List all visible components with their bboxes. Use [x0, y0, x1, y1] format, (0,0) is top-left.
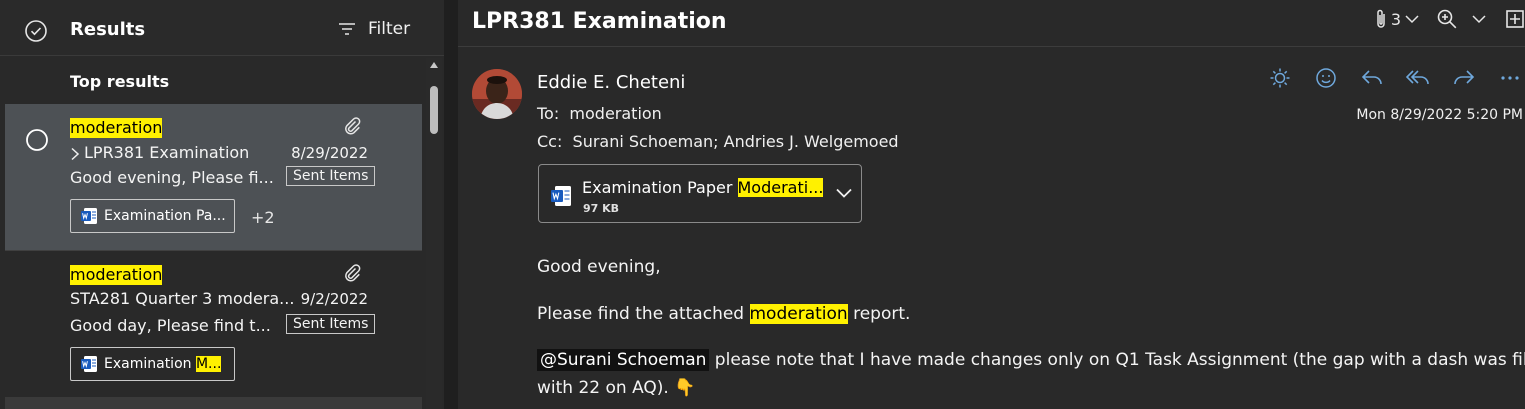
scroll-thumb[interactable]: [430, 86, 438, 134]
to-recipient[interactable]: moderation: [569, 104, 661, 123]
pane-divider[interactable]: [444, 0, 458, 409]
paperclip-icon: [342, 116, 362, 136]
body-line: with 22 on AQ). 👇: [537, 378, 696, 398]
attachment-name: Examination M...: [104, 356, 222, 372]
message-actions: [1265, 66, 1525, 90]
message-preview: Good day, Please find t...: [70, 316, 271, 335]
results-header: Results Filter: [0, 0, 444, 56]
cc-line: Cc: Surani Schoeman; Andries J. Welgemoe…: [537, 132, 899, 151]
next-list-item-edge: [5, 397, 422, 409]
email-subject: LPR381 Examination: [472, 9, 727, 34]
body-text: Please find the attached: [537, 304, 750, 324]
attachment-name: Examination Pa...: [104, 208, 226, 224]
attachment-chip[interactable]: Examination Pa...: [70, 199, 235, 233]
paperclip-icon: [342, 263, 362, 283]
reply-icon[interactable]: [1357, 66, 1387, 90]
word-doc-icon: [80, 207, 98, 225]
sun-icon[interactable]: [1265, 66, 1295, 90]
filter-icon: [338, 22, 356, 36]
word-doc-icon: [80, 355, 98, 373]
body-line: @Surani Schoeman please note that I have…: [537, 349, 1525, 371]
cc-recipients[interactable]: Surani Schoeman; Andries J. Welgemoed: [573, 132, 899, 151]
attachments-dropdown[interactable]: 3: [1374, 8, 1420, 30]
attachment-name-highlight: M...: [195, 356, 222, 372]
body-text: report.: [847, 304, 911, 324]
select-all-checkbox-icon[interactable]: [24, 19, 48, 43]
keyword-highlight: moderation: [749, 304, 848, 324]
message-date: 9/2/2022: [300, 290, 368, 308]
reply-all-icon[interactable]: [1403, 66, 1433, 90]
attachment-name-text: Examination: [104, 356, 196, 372]
open-in-new-window-icon[interactable]: [1505, 9, 1525, 29]
body-text: please note that I have made changes onl…: [709, 350, 1525, 370]
select-circle-icon[interactable]: [25, 128, 49, 152]
message-list-item[interactable]: moderation STA281 Quarter 3 modera... 9/…: [5, 250, 422, 396]
attachment-name-text: Examination Paper: [582, 178, 738, 197]
reading-pane: LPR381 Examination 3 Eddie E. Cheteni To…: [458, 0, 1525, 409]
sender-avatar[interactable]: [472, 69, 522, 119]
chevron-down-icon: [1404, 14, 1420, 24]
more-actions-icon[interactable]: [1495, 66, 1525, 90]
attachment-name-highlight: Moderati...: [737, 178, 824, 197]
results-scrollbar[interactable]: [426, 58, 442, 409]
attachment-name: Examination Paper Moderati...: [582, 178, 824, 197]
mention-tag[interactable]: @Surani Schoeman: [537, 349, 710, 371]
to-line: To: moderation: [537, 104, 662, 123]
filter-label: Filter: [368, 19, 411, 39]
folder-badge[interactable]: Sent Items: [286, 166, 376, 186]
cc-label: Cc:: [537, 132, 563, 151]
zoom-in-icon: [1436, 8, 1458, 30]
body-greeting: Good evening,: [537, 257, 661, 277]
body-line: Please find the attached moderation repo…: [537, 304, 910, 324]
message-preview: Good evening, Please fi...: [70, 168, 274, 187]
to-label: To:: [537, 104, 560, 123]
scroll-up-arrow-icon[interactable]: [430, 62, 438, 68]
attachment-count: 3: [1390, 9, 1401, 29]
more-attachments-count[interactable]: +2: [251, 208, 275, 227]
message-date: 8/29/2022: [291, 144, 368, 162]
attachment-card[interactable]: Examination Paper Moderati... 97 KB: [538, 164, 862, 223]
forward-icon[interactable]: [1449, 66, 1479, 90]
chevron-down-icon: [1471, 14, 1487, 24]
keyword-highlight: moderation: [70, 265, 163, 285]
chevron-down-icon[interactable]: [835, 187, 853, 199]
attachment-size: 97 KB: [583, 202, 620, 215]
reading-toolbar: 3: [1374, 8, 1525, 30]
search-results-pane: Results Filter Top results moderation LP…: [0, 0, 444, 409]
message-date: Mon 8/29/2022 5:20 PM: [1356, 107, 1523, 123]
filter-button[interactable]: Filter: [338, 19, 410, 39]
chevron-right-icon[interactable]: [70, 147, 80, 161]
top-results-heading: Top results: [70, 72, 170, 91]
header-divider: [458, 46, 1525, 47]
message-subject: LPR381 Examination: [70, 143, 249, 162]
attachment-chip[interactable]: Examination M...: [70, 347, 235, 381]
emoji-react-icon[interactable]: [1311, 66, 1341, 90]
subject-text: LPR381 Examination: [84, 143, 250, 162]
message-list-item[interactable]: moderation LPR381 Examination 8/29/2022 …: [5, 104, 422, 250]
word-doc-icon: [550, 185, 572, 207]
keyword-highlight: moderation: [70, 118, 163, 138]
sender-name[interactable]: Eddie E. Cheteni: [537, 72, 685, 93]
folder-badge[interactable]: Sent Items: [286, 314, 376, 334]
message-subject: STA281 Quarter 3 modera...: [70, 289, 295, 308]
zoom-dropdown[interactable]: [1436, 8, 1487, 30]
results-title: Results: [70, 19, 146, 40]
paperclip-icon: [1374, 8, 1388, 30]
